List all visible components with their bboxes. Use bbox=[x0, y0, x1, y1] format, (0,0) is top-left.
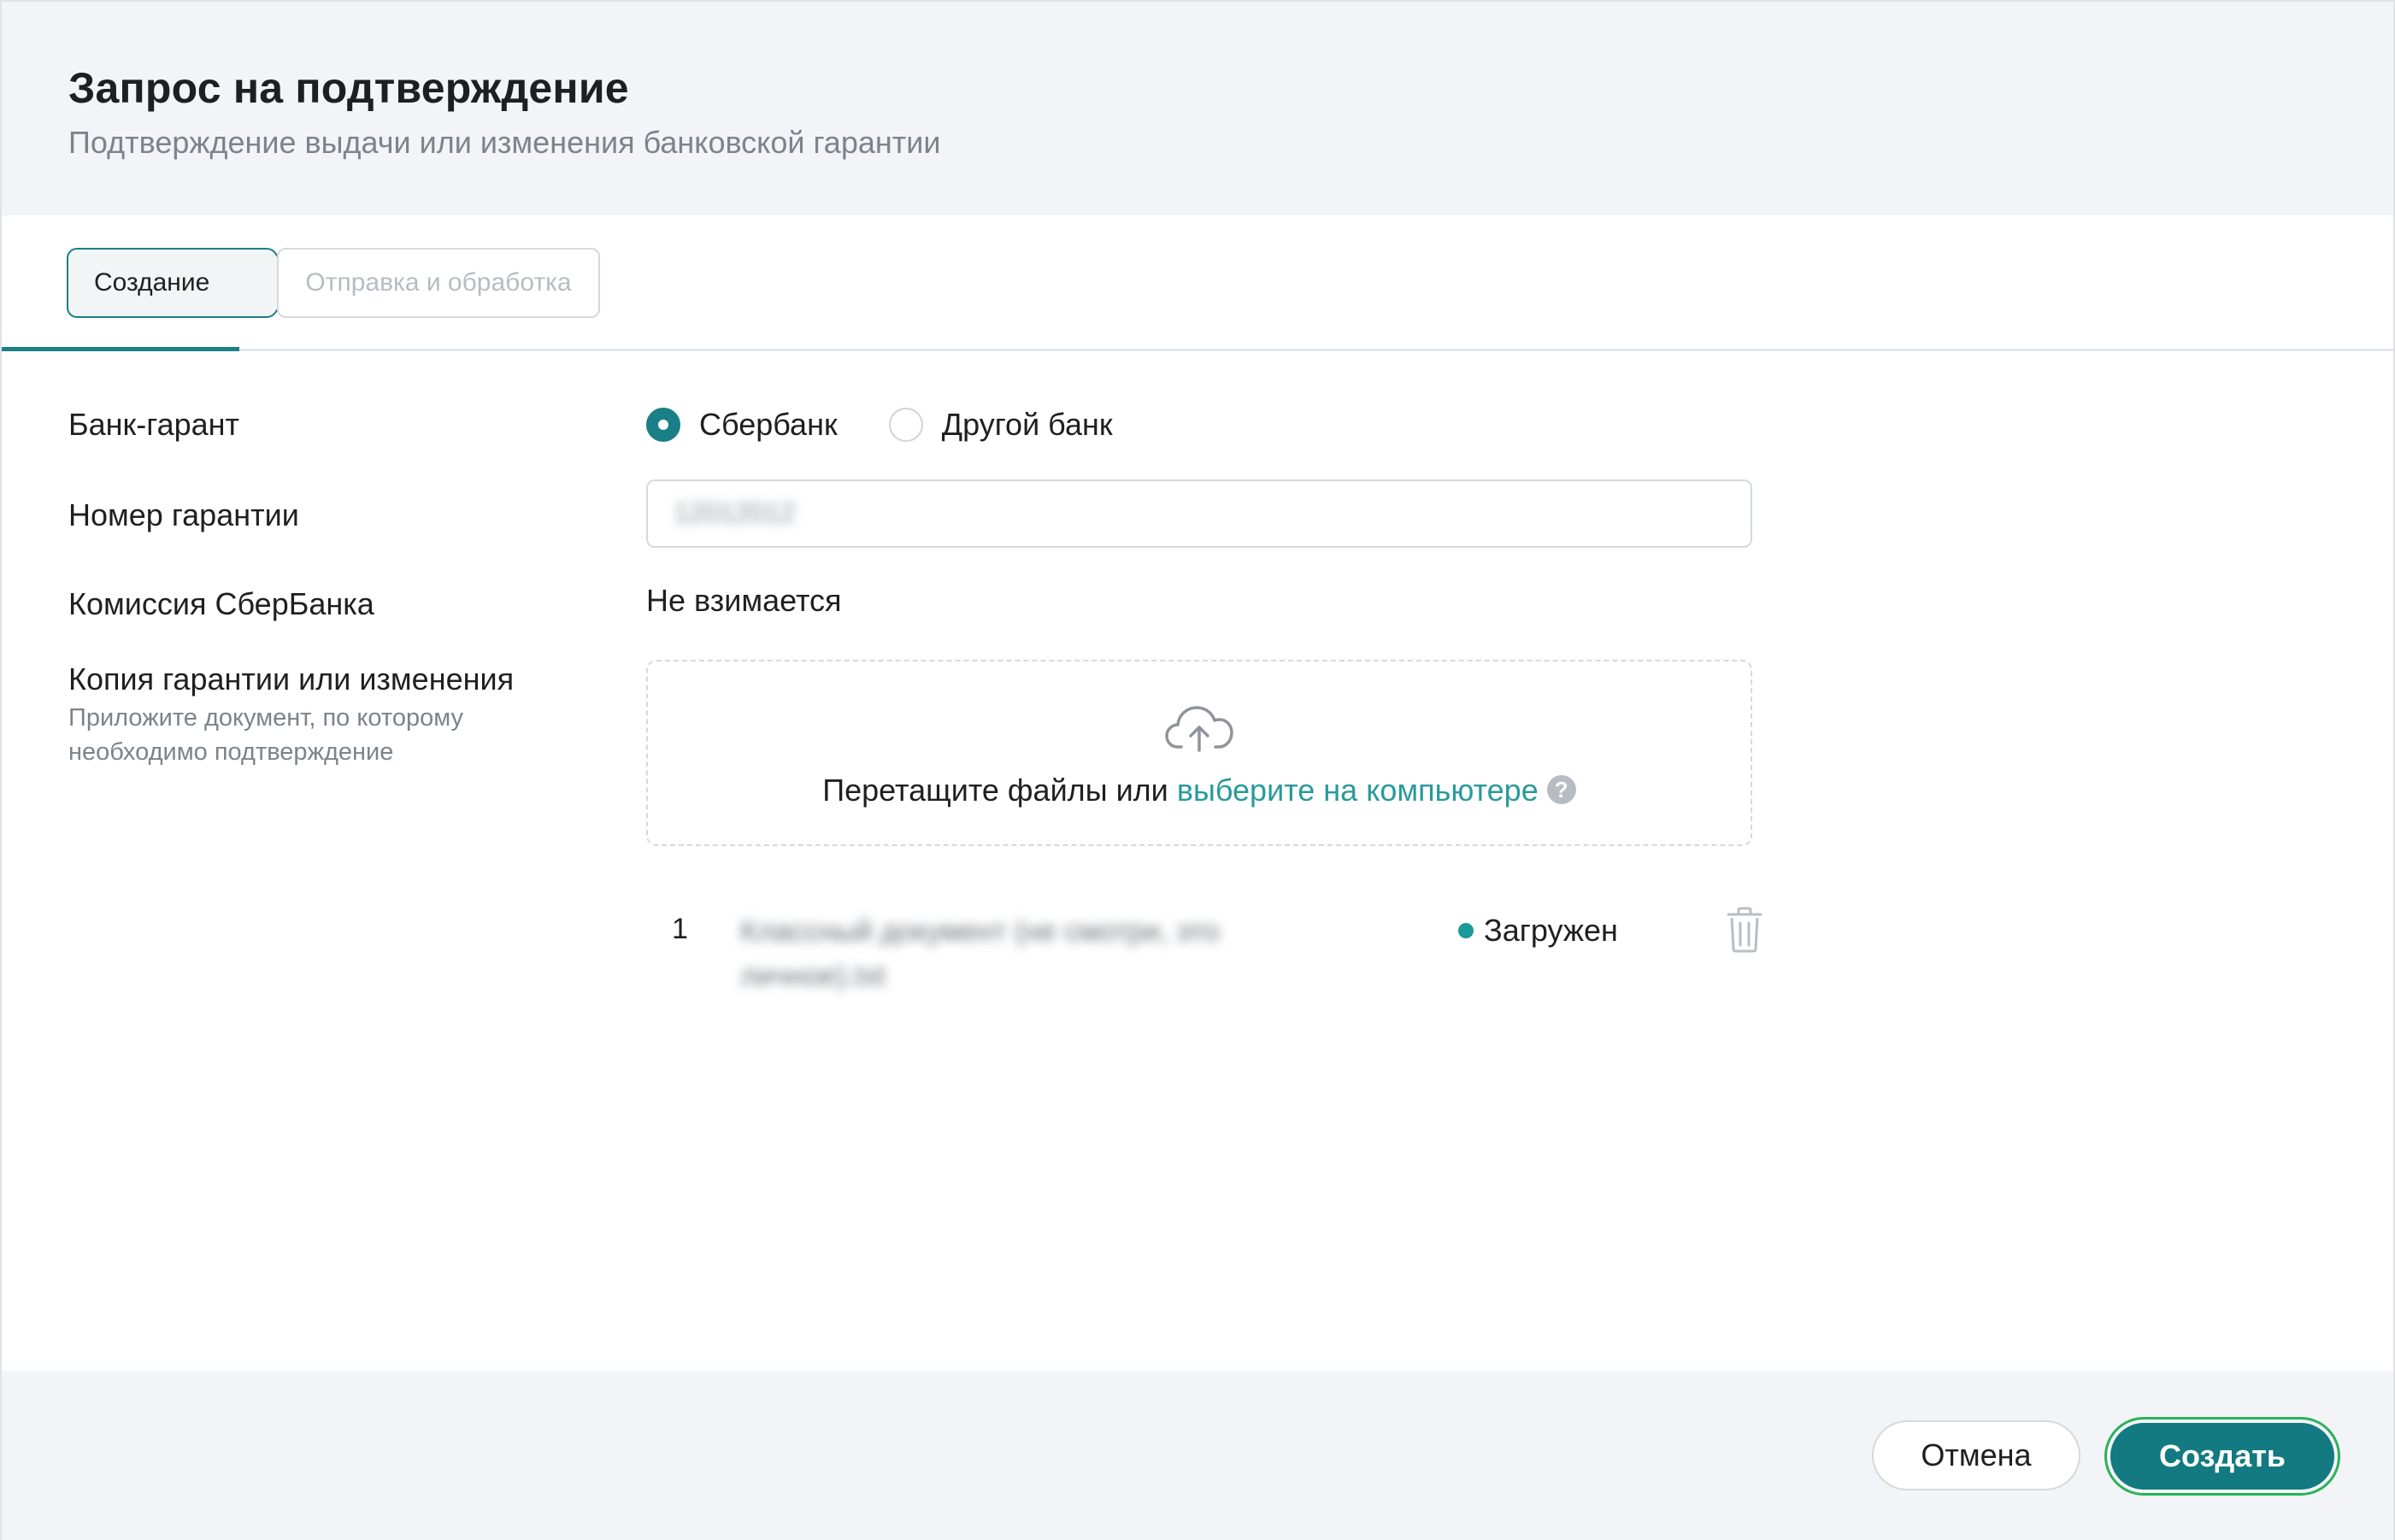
status-dot-icon bbox=[1458, 923, 1474, 938]
dropzone-text: Перетащите файлы или выберите на компьют… bbox=[648, 773, 1751, 808]
cloud-upload-icon bbox=[1165, 706, 1233, 752]
create-button-focus-ring: Создать bbox=[2104, 1417, 2340, 1496]
commission-label: Комиссия СберБанка bbox=[68, 586, 374, 621]
radio-label: Сбербанк bbox=[699, 407, 838, 442]
guarantee-number-field[interactable] bbox=[646, 479, 1752, 548]
step-send-process[interactable]: Отправка и обработка bbox=[277, 248, 600, 318]
active-step-indicator bbox=[2, 347, 239, 351]
trash-icon[interactable] bbox=[1725, 906, 1764, 954]
bank-radio-group: Сбербанк Другой банк bbox=[646, 403, 1164, 446]
radio-checked-icon[interactable] bbox=[646, 408, 680, 442]
guarantee-number-value: 12012012 bbox=[674, 497, 796, 528]
cancel-button[interactable]: Отмена bbox=[1872, 1420, 2080, 1490]
guarantee-number-label: Номер гарантии bbox=[68, 497, 299, 532]
bank-label: Банк-гарант bbox=[68, 407, 240, 442]
commission-value: Не взимается bbox=[646, 583, 842, 618]
create-button[interactable]: Создать bbox=[2110, 1423, 2334, 1490]
file-index: 1 bbox=[672, 913, 688, 945]
dialog: Запрос на подтверждение Подтверждение вы… bbox=[0, 0, 2395, 1540]
help-icon[interactable]: ? bbox=[1546, 775, 1576, 805]
file-dropzone[interactable]: Перетащите файлы или выберите на компьют… bbox=[646, 660, 1752, 846]
attachment-label: Копия гарантии или изменения bbox=[68, 661, 515, 697]
radio-label: Другой банк bbox=[941, 407, 1113, 442]
file-status-label: Загружен bbox=[1484, 913, 1618, 948]
file-list-item: 1 Классный документ (не смотри, это личн… bbox=[646, 899, 1774, 993]
choose-file-link[interactable]: выберите на компьютере bbox=[1177, 773, 1539, 808]
radio-sberbank[interactable]: Сбербанк bbox=[646, 407, 838, 443]
page-subtitle: Подтверждение выдачи или изменения банко… bbox=[68, 125, 941, 160]
page-title: Запрос на подтверждение bbox=[68, 64, 629, 112]
dialog-footer: Отмена Создать bbox=[2, 1371, 2393, 1540]
radio-other-bank[interactable]: Другой банк bbox=[888, 407, 1113, 443]
dropzone-caption: Перетащите файлы или bbox=[822, 773, 1168, 808]
dialog-header: Запрос на подтверждение Подтверждение вы… bbox=[2, 2, 2393, 215]
file-name: Классный документ (не смотри, это личное… bbox=[740, 915, 1220, 992]
radio-unchecked-icon[interactable] bbox=[888, 408, 923, 442]
attachment-hint: Приложите документ, по которому необходи… bbox=[68, 704, 463, 766]
divider bbox=[2, 349, 2393, 351]
step-create[interactable]: Создание bbox=[67, 248, 253, 318]
file-status: Загружен bbox=[1458, 913, 1618, 949]
